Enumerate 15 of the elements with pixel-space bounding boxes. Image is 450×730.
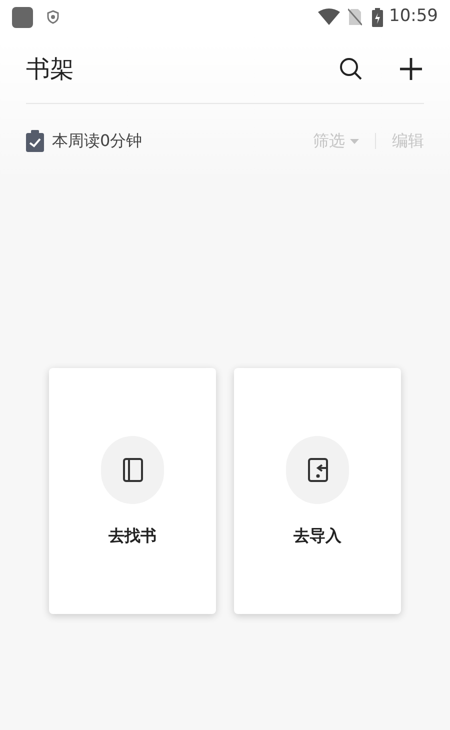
add-button[interactable] — [398, 56, 424, 82]
weekly-reading-time: 本周读0分钟 — [52, 130, 144, 152]
search-button[interactable] — [338, 56, 364, 82]
wifi-icon — [318, 8, 340, 26]
action-card[interactable]: 去导入 — [234, 368, 401, 614]
shield-icon — [47, 10, 59, 24]
caret-icon — [350, 138, 359, 144]
clipboard-check-icon — [26, 130, 44, 152]
battery-icon — [372, 8, 383, 26]
book-icon — [122, 457, 144, 483]
action-card[interactable]: 去找书 — [49, 368, 216, 614]
no-sim-icon — [348, 8, 362, 26]
status-time: 10:59 — [389, 5, 438, 28]
page-title: 书架 — [26, 54, 75, 84]
app-icon — [12, 6, 33, 28]
